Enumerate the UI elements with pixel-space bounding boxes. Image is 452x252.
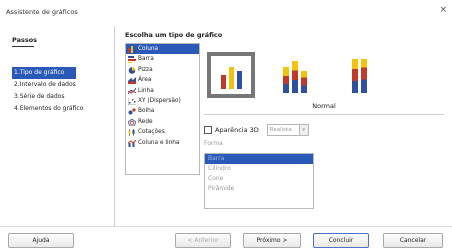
footer-divider <box>0 226 452 227</box>
step-data-range[interactable]: 2.Intervalo de dados <box>12 79 112 91</box>
appearance-3d-row: Aparência 3D Realista ▾ <box>204 124 309 136</box>
shape-item[interactable]: Pirâmide <box>205 184 313 194</box>
shape-item[interactable]: Barra <box>205 154 313 164</box>
realism-select-value: Realista <box>269 127 292 133</box>
shape-item[interactable]: Cone <box>205 174 313 184</box>
steps-panel: Passos 1.Tipo de gráfico 2.Intervalo de … <box>12 36 112 115</box>
chart-type-column[interactable]: Coluna <box>126 44 199 55</box>
chart-type-label: Área <box>138 77 152 84</box>
back-button[interactable]: < Anterior <box>175 233 231 248</box>
chart-type-pie[interactable]: Pizza <box>126 65 199 75</box>
chart-type-heading: Escolha um tipo de gráfico <box>125 31 223 39</box>
scatter-chart-icon <box>127 97 136 106</box>
chart-type-label: Cotações <box>138 129 165 136</box>
step-chart-type[interactable]: 1.Tipo de gráfico <box>12 67 76 79</box>
bar-chart-icon <box>128 56 136 64</box>
chart-type-label: Pizza <box>138 66 153 73</box>
chart-type-label: Linha <box>138 87 154 94</box>
chart-type-label: Coluna e linha <box>138 139 180 146</box>
shape-item[interactable]: Cilindro <box>205 164 313 174</box>
finish-button[interactable]: Concluir <box>313 233 369 248</box>
next-button[interactable]: Próximo > <box>243 233 301 248</box>
step-data-series[interactable]: 3.Série de dados <box>12 91 112 103</box>
chart-type-area[interactable]: Área <box>126 75 199 85</box>
close-icon[interactable]: × <box>439 5 447 15</box>
chart-type-label: Rede <box>138 118 153 125</box>
chart-type-scatter[interactable]: XY (Dispersão) <box>126 96 199 106</box>
chart-type-net[interactable]: Rede <box>126 117 199 127</box>
variant-label: Normal <box>204 102 444 115</box>
help-button[interactable]: Ajuda <box>8 233 74 248</box>
line-chart-icon <box>127 87 137 95</box>
chart-type-label: Coluna <box>138 46 159 52</box>
chart-type-line[interactable]: Linha <box>126 86 199 96</box>
appearance-3d-label: Aparência 3D <box>215 126 259 134</box>
shape-label: Forma <box>204 140 223 147</box>
variant-normal[interactable] <box>207 52 255 98</box>
stock-chart-icon <box>128 129 136 137</box>
shape-list[interactable]: Barra Cilindro Cone Pirâmide <box>204 153 314 209</box>
chart-type-label: Barra <box>138 56 154 63</box>
step-chart-elements[interactable]: 4.Elementos do gráfico <box>12 103 112 115</box>
panel-divider <box>114 26 115 226</box>
steps-header: Passos <box>12 36 37 47</box>
chart-type-label: Bolha <box>138 108 155 115</box>
variant-stacked[interactable] <box>271 52 319 98</box>
chart-type-bar[interactable]: Barra <box>126 54 199 64</box>
realism-select[interactable]: Realista ▾ <box>266 124 309 136</box>
appearance-3d-checkbox[interactable] <box>204 126 212 134</box>
bubble-chart-icon <box>128 108 136 115</box>
variant-percent-stacked[interactable] <box>335 52 383 98</box>
column-chart-icon <box>128 46 136 53</box>
chart-type-list[interactable]: Coluna Barra Pizza Área Linha XY (Disper… <box>125 43 200 175</box>
chart-type-column-line[interactable]: Coluna e linha <box>126 138 199 148</box>
column-line-chart-icon <box>127 139 137 147</box>
net-chart-icon <box>127 118 137 127</box>
title-bar: Assistente de gráficos × <box>0 0 452 22</box>
area-chart-icon <box>128 77 136 85</box>
cancel-button[interactable]: Cancelar <box>383 233 443 248</box>
chart-type-stock[interactable]: Cotações <box>126 127 199 137</box>
pie-chart-icon <box>128 66 136 74</box>
chart-type-label: XY (Dispersão) <box>138 97 181 104</box>
chevron-down-icon: ▾ <box>298 125 308 135</box>
window-title: Assistente de gráficos <box>6 8 78 16</box>
chart-type-bubble[interactable]: Bolha <box>126 106 199 116</box>
